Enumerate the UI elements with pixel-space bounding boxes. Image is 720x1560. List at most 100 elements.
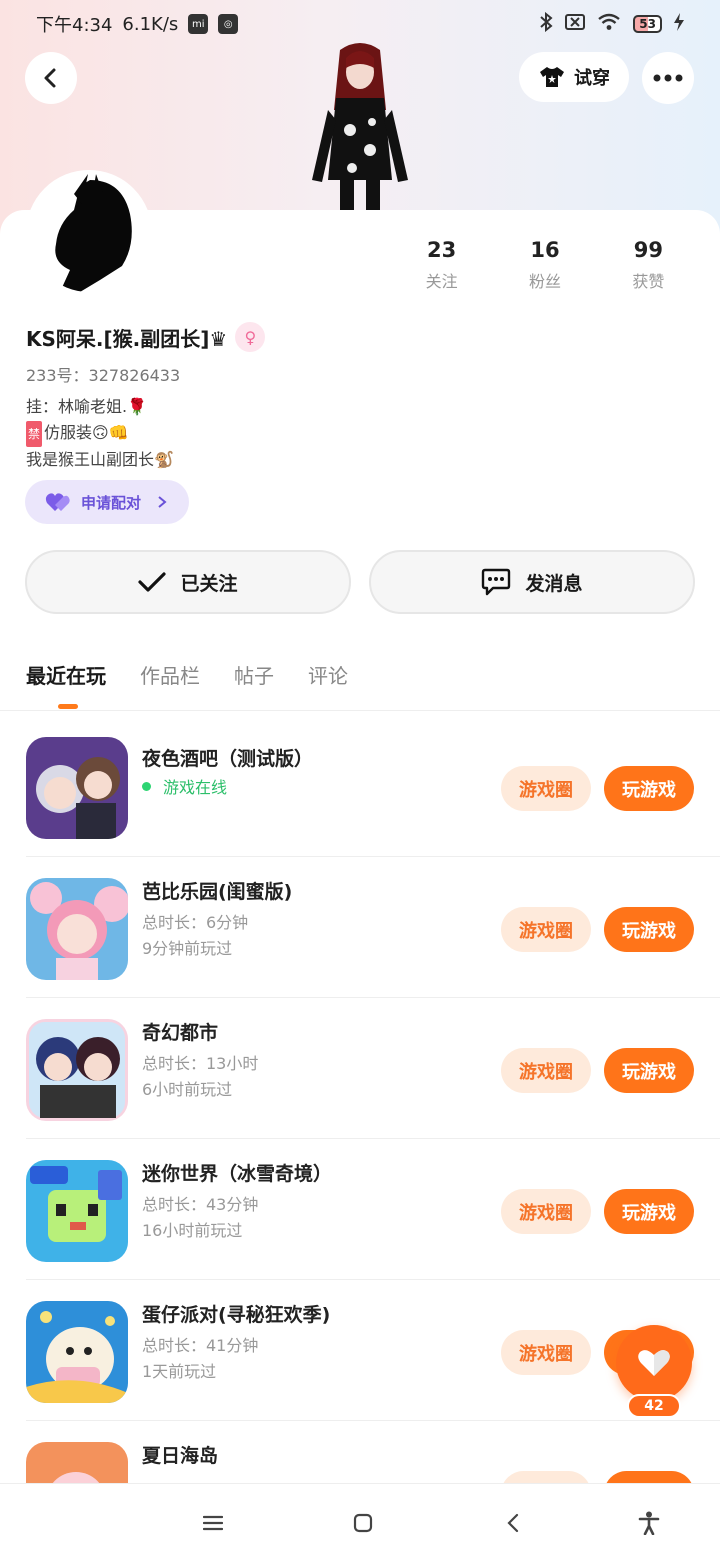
chevron-left-icon [44,68,56,88]
bio: 挂：林喻老姐.🌹 禁仿服装🙃👊 我是猴王山副团长🐒 [26,394,174,473]
game-last-played: 16小时前玩过 [142,1221,243,1240]
play-game-button[interactable]: 玩游戏 [604,1189,694,1234]
stat-likes-count: 99 [633,238,663,262]
game-name: 芭比乐园(闺蜜版) [142,881,293,903]
double-heart-icon [45,493,70,511]
play-game-button[interactable]: 玩游戏 [604,766,694,811]
more-button[interactable] [642,52,694,104]
game-online-status: 游戏在线 [142,774,227,798]
game-total-time: 总时长：13小时 [142,1054,259,1073]
user-id: 233号：327826433 [26,366,181,385]
game-name: 蛋仔派对(寻秘狂欢季) [142,1304,331,1326]
stat-fans[interactable]: 16 粉丝 [493,238,596,292]
game-icon [26,1301,128,1403]
stat-following[interactable]: 23 关注 [390,238,493,292]
menu-icon [203,1515,223,1531]
game-circle-button[interactable]: 游戏圈 [501,766,591,811]
game-name: 夜色酒吧（测试版） [142,748,314,770]
bio-forbidden-tag: 禁 [26,421,43,447]
play-game-button[interactable]: 玩游戏 [604,1048,694,1093]
game-icon [26,878,128,980]
avatar-3d-figure [300,40,420,212]
active-tab-indicator [58,704,78,709]
bio-line-2-text: 仿服装🙃👊 [44,423,129,442]
online-status-text: 游戏在线 [163,778,228,797]
nav-back-button[interactable] [498,1508,528,1538]
checkmark-icon [138,572,167,592]
game-total-time: 总时长：41分钟 [142,1336,259,1355]
female-gender-icon: ♀ [235,322,266,352]
tabs-divider [0,710,720,711]
send-message-label: 发消息 [525,572,583,595]
try-on-label: 试穿 [574,68,610,89]
list-item[interactable]: 芭比乐园(闺蜜版) 总时长：6分钟 9分钟前玩过 游戏圈 玩游戏 [26,857,720,998]
game-circle-button[interactable]: 游戏圈 [501,1189,591,1234]
stat-fans-label: 粉丝 [528,272,561,291]
game-last-played: 1天前玩过 [142,1362,217,1381]
followed-button[interactable]: 已关注 [25,550,351,614]
profile-tabs: 最近在玩 作品栏 帖子 评论 [26,660,348,689]
apply-pair-button[interactable]: 申请配对 [25,480,189,524]
wifi-icon [597,13,621,36]
game-circle-button[interactable]: 游戏圈 [501,1048,591,1093]
game-icon [26,1019,128,1121]
play-game-button[interactable]: 玩游戏 [604,907,694,952]
like-fab-button[interactable] [616,1325,692,1401]
accessibility-icon [638,1511,660,1535]
profile-stats: 23 关注 16 粉丝 99 获赞 [390,238,700,292]
home-button[interactable] [348,1508,378,1538]
tab-works[interactable]: 作品栏 [140,660,200,689]
list-item[interactable]: 奇幻都市 总时长：13小时 6小时前玩过 游戏圈 玩游戏 [26,998,720,1139]
game-circle-button[interactable]: 游戏圈 [501,907,591,952]
avatar[interactable] [26,170,152,296]
stat-likes[interactable]: 99 获赞 [597,238,700,292]
tab-posts[interactable]: 帖子 [234,660,274,689]
tab-recently-played[interactable]: 最近在玩 [26,660,106,689]
chat-bubble-icon [482,568,511,596]
game-total-time: 总时长：43分钟 [142,1195,259,1214]
more-dots-icon [653,74,683,82]
bio-line-2: 禁仿服装🙃👊 [26,420,174,447]
game-last-played: 6小时前玩过 [142,1080,233,1099]
game-icon [26,737,128,839]
recent-games-list: 夜色酒吧（测试版） 游戏在线 游戏圈 玩游戏 芭比乐园(闺蜜版) 总时长：6分钟… [0,716,720,1560]
bluetooth-icon [539,11,553,37]
stat-likes-label: 获赞 [632,272,665,291]
network-speed: 6.1K/s [122,13,179,35]
list-item[interactable]: 夜色酒吧（测试版） 游戏在线 游戏圈 玩游戏 [26,716,720,857]
stat-following-count: 23 [427,238,457,262]
sim-off-icon [565,13,586,36]
game-last-played: 9分钟前玩过 [142,939,233,958]
app-notification-icon: ◎ [218,14,239,34]
bio-line-3: 我是猴王山副团长🐒 [26,450,174,469]
menu-button[interactable] [198,1508,228,1538]
chevron-right-icon [158,496,167,508]
followed-label: 已关注 [180,572,238,595]
tab-comments[interactable]: 评论 [308,660,348,689]
stat-fans-count: 16 [530,238,560,262]
bio-line-1: 挂：林喻老姐.🌹 [26,397,148,416]
try-on-button[interactable]: 试穿 [519,52,629,102]
game-name: 奇幻都市 [142,1022,219,1044]
charging-icon [674,12,684,36]
online-dot [142,781,151,791]
game-name: 迷你世界（冰雪奇境） [142,1163,333,1185]
apply-pair-label: 申请配对 [81,493,142,512]
list-item[interactable]: 迷你世界（冰雪奇境） 总时长：43分钟 16小时前玩过 游戏圈 玩游戏 [26,1139,720,1280]
username: KS阿呆.[猴.副团长]♛ [26,326,228,351]
home-square-icon [353,1513,373,1533]
like-count-badge: 42 [627,1394,681,1418]
send-message-button[interactable]: 发消息 [369,550,695,614]
tshirt-icon [540,67,564,87]
system-nav-bar [0,1483,720,1560]
game-name: 夏日海岛 [142,1445,219,1467]
mi-icon: mi [188,14,209,34]
accessibility-button[interactable] [634,1508,664,1538]
status-time: 下午4:34 [36,15,113,36]
game-icon [26,1160,128,1262]
back-button[interactable] [25,52,77,104]
back-chevron-icon [507,1513,519,1533]
game-circle-button[interactable]: 游戏圈 [501,1330,591,1375]
username-row: KS阿呆.[猴.副团长]♛ ♀ [26,322,266,352]
list-item[interactable]: 蛋仔派对(寻秘狂欢季) 总时长：41分钟 1天前玩过 游戏圈 玩游戏 [26,1280,720,1421]
